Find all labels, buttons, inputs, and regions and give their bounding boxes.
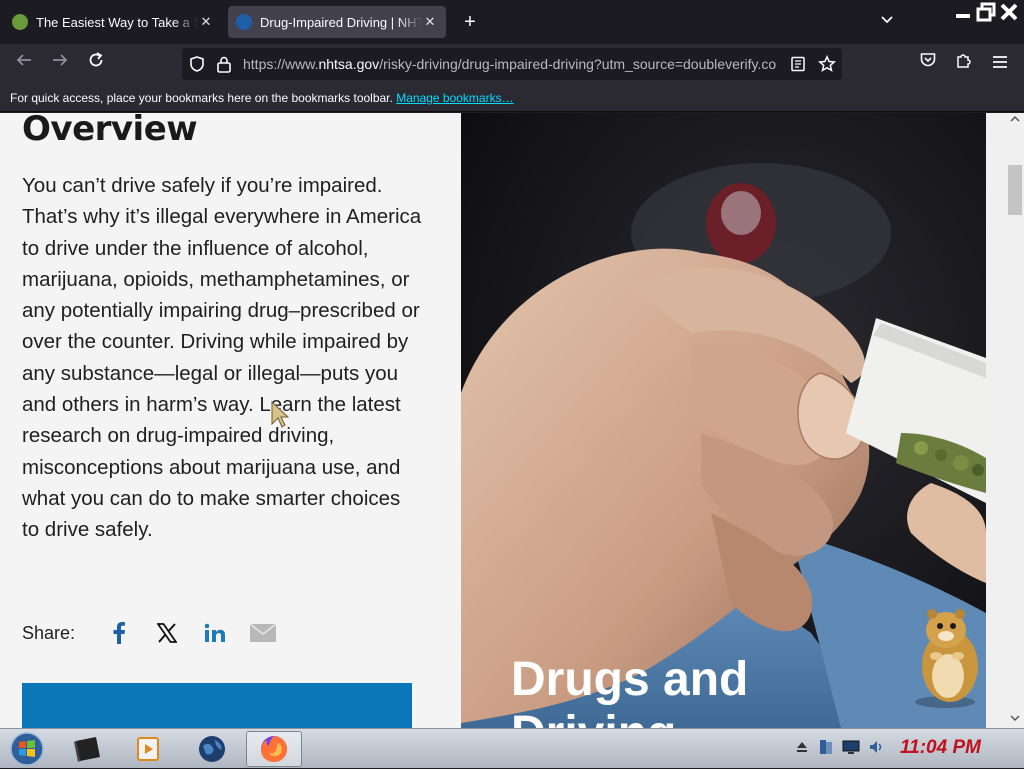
- new-tab-button[interactable]: +: [458, 8, 482, 36]
- close-window-icon[interactable]: [998, 2, 1020, 26]
- email-envelope-icon[interactable]: [239, 618, 287, 648]
- taskbar: 11:04 PM: [0, 728, 1024, 768]
- page-heading: Overview: [22, 113, 198, 149]
- tab-favicon-icon: [12, 14, 28, 30]
- navigation-toolbar: https://www.nhtsa.gov/risky-driving/drug…: [0, 44, 1024, 84]
- minimize-icon[interactable]: [952, 2, 974, 26]
- page-gutter: [986, 113, 1006, 728]
- share-label: Share:: [22, 622, 76, 643]
- bookmarks-hint-text: For quick access, place your bookmarks h…: [10, 91, 393, 105]
- photo-title-line1: Drugs and: [511, 653, 748, 706]
- lock-icon[interactable]: [216, 55, 232, 78]
- mouse-cursor-icon: [270, 400, 290, 435]
- scrollbar-thumb[interactable]: [1008, 165, 1022, 215]
- app-menu-hamburger-icon[interactable]: [986, 50, 1014, 78]
- tracking-protection-shield-icon[interactable]: [188, 55, 206, 78]
- start-button-orb-icon[interactable]: [2, 731, 52, 767]
- tray-display-icon[interactable]: [842, 739, 860, 760]
- url-text[interactable]: https://www.nhtsa.gov/risky-driving/drug…: [243, 56, 783, 72]
- pocket-icon[interactable]: [914, 50, 942, 78]
- facebook-icon[interactable]: [95, 618, 143, 648]
- taskbar-media-player-icon[interactable]: [120, 731, 176, 767]
- system-tray: [786, 729, 886, 769]
- tab-title: Drug-Impaired Driving | NHTSA: [260, 14, 422, 30]
- bookmarks-toolbar: For quick access, place your bookmarks h…: [0, 84, 1024, 112]
- tray-volume-icon[interactable]: [868, 739, 886, 760]
- taskbar-clock[interactable]: 11:04 PM: [900, 737, 981, 759]
- web-page-content: Overview You can’t drive safely if you’r…: [0, 113, 1006, 728]
- photo-title-line2: Driving: [511, 707, 676, 728]
- url-bar[interactable]: https://www.nhtsa.gov/risky-driving/drug…: [182, 48, 842, 80]
- x-twitter-icon[interactable]: [143, 618, 191, 648]
- hamster-desktop-pet-icon[interactable]: [900, 604, 986, 710]
- taskbar-firefox-icon[interactable]: [246, 731, 302, 767]
- reader-view-icon[interactable]: [790, 56, 806, 77]
- forward-arrow-icon[interactable]: [46, 50, 74, 78]
- url-prefix: https://www.: [243, 56, 319, 72]
- tab-title: The Easiest Way to Take a Scr: [36, 14, 198, 30]
- restore-icon[interactable]: [975, 2, 997, 26]
- taskbar-terminal-icon[interactable]: [60, 731, 116, 767]
- tab-drug-impaired-driving[interactable]: Drug-Impaired Driving | NHTSA ✕: [228, 6, 446, 38]
- tab-favicon-icon: [236, 14, 252, 30]
- manage-bookmarks-link[interactable]: Manage bookmarks…: [396, 91, 513, 105]
- extensions-puzzle-icon[interactable]: [950, 50, 978, 78]
- close-tab-icon[interactable]: ✕: [422, 14, 438, 30]
- list-all-tabs-chevron-icon[interactable]: [876, 10, 898, 32]
- linkedin-icon[interactable]: [191, 618, 239, 648]
- tab-strip: The Easiest Way to Take a Scr ✕ Drug-Imp…: [0, 0, 1024, 44]
- overview-paragraph: You can’t drive safely if you’re impaire…: [22, 174, 422, 542]
- back-arrow-icon[interactable]: [10, 50, 38, 78]
- tab-easiest-way[interactable]: The Easiest Way to Take a Scr ✕: [4, 6, 222, 38]
- bookmark-star-icon[interactable]: [817, 54, 837, 78]
- promo-banner[interactable]: [22, 683, 412, 728]
- tray-eject-icon[interactable]: [794, 739, 810, 760]
- url-domain: nhtsa.gov: [318, 56, 380, 72]
- tray-network-icon[interactable]: [818, 738, 834, 761]
- url-path: /risky-driving/drug-impaired-driving?utm…: [379, 56, 777, 72]
- taskbar-globe-icon[interactable]: [184, 731, 240, 767]
- share-bar: Share:: [22, 618, 287, 648]
- reload-icon[interactable]: [82, 50, 110, 78]
- close-tab-icon[interactable]: ✕: [198, 14, 214, 30]
